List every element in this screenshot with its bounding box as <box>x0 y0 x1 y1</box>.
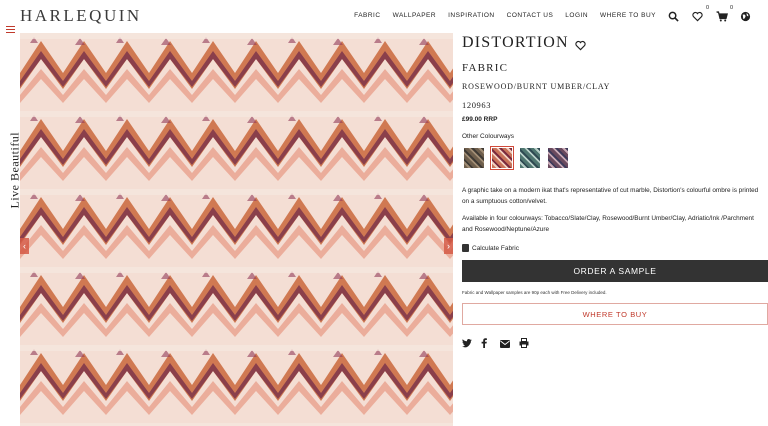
cart-count: 0 <box>729 5 733 11</box>
product-code: 120963 <box>462 100 492 110</box>
product-availability: Available in four colourways: Tobacco/Sl… <box>462 215 754 233</box>
nav-where-to-buy[interactable]: WHERE TO BUY <box>600 12 656 19</box>
swatch-rosewood-burnt-umber[interactable] <box>490 146 514 170</box>
facebook-icon[interactable] <box>481 335 491 348</box>
site-logo[interactable]: HARLEQUIN <box>20 6 142 26</box>
product-image[interactable] <box>20 33 453 426</box>
product-details: DISTORTION FABRIC ROSEWOOD/BURNT UMBER/C… <box>462 33 768 348</box>
title-row: DISTORTION <box>462 33 768 53</box>
email-icon[interactable] <box>500 335 510 348</box>
search-icon[interactable] <box>668 9 680 22</box>
product-type: FABRIC <box>462 62 509 74</box>
swatch-adriatic[interactable] <box>518 146 542 170</box>
product-colourway: ROSEWOOD/BURNT UMBER/CLAY <box>462 82 611 91</box>
gallery-next-button[interactable]: › <box>444 238 453 254</box>
nav-wallpaper[interactable]: WALLPAPER <box>393 12 437 19</box>
where-to-buy-button[interactable]: WHERE TO BUY <box>462 303 768 325</box>
product-title: DISTORTION <box>462 34 569 51</box>
colourway-swatches <box>462 146 768 170</box>
nav-contact-us[interactable]: CONTACT US <box>507 12 554 19</box>
side-tagline: Live Beautiful <box>2 120 22 210</box>
header-icons: 0 0 <box>668 5 752 22</box>
wishlist-count: 0 <box>705 5 709 11</box>
share-icons <box>462 335 768 348</box>
calculate-fabric-label: Calculate Fabric <box>472 244 519 252</box>
product-price: £99.00 RRP <box>462 116 498 123</box>
sample-note: Fabric and Wallpaper samples are 90p eac… <box>462 290 607 295</box>
other-colourways-label: Other Colourways <box>462 133 515 140</box>
cart-icon[interactable]: 0 <box>716 5 733 22</box>
globe-icon[interactable] <box>740 9 752 22</box>
swatch-tobacco[interactable] <box>462 146 486 170</box>
calculator-icon <box>462 244 469 252</box>
nav-login[interactable]: LOGIN <box>565 12 588 19</box>
hamburger-icon[interactable] <box>6 26 15 33</box>
order-sample-button[interactable]: ORDER A SAMPLE <box>462 260 768 282</box>
calculate-fabric-link[interactable]: Calculate Fabric <box>462 244 768 252</box>
product-description: A graphic take on a modern ikat that's r… <box>462 187 759 205</box>
gallery-prev-button[interactable]: ‹ <box>20 238 29 254</box>
swatch-rosewood-neptune[interactable] <box>546 146 570 170</box>
nav-fabric[interactable]: FABRIC <box>354 12 380 19</box>
print-icon[interactable] <box>519 335 529 348</box>
site-header: HARLEQUIN FABRIC WALLPAPER INSPIRATION C… <box>0 0 768 32</box>
nav-inspiration[interactable]: INSPIRATION <box>448 12 495 19</box>
twitter-icon[interactable] <box>462 335 472 348</box>
favourite-heart-icon[interactable] <box>575 38 586 50</box>
main-nav: FABRIC WALLPAPER INSPIRATION CONTACT US … <box>354 12 656 19</box>
wishlist-heart-icon[interactable]: 0 <box>692 5 709 22</box>
